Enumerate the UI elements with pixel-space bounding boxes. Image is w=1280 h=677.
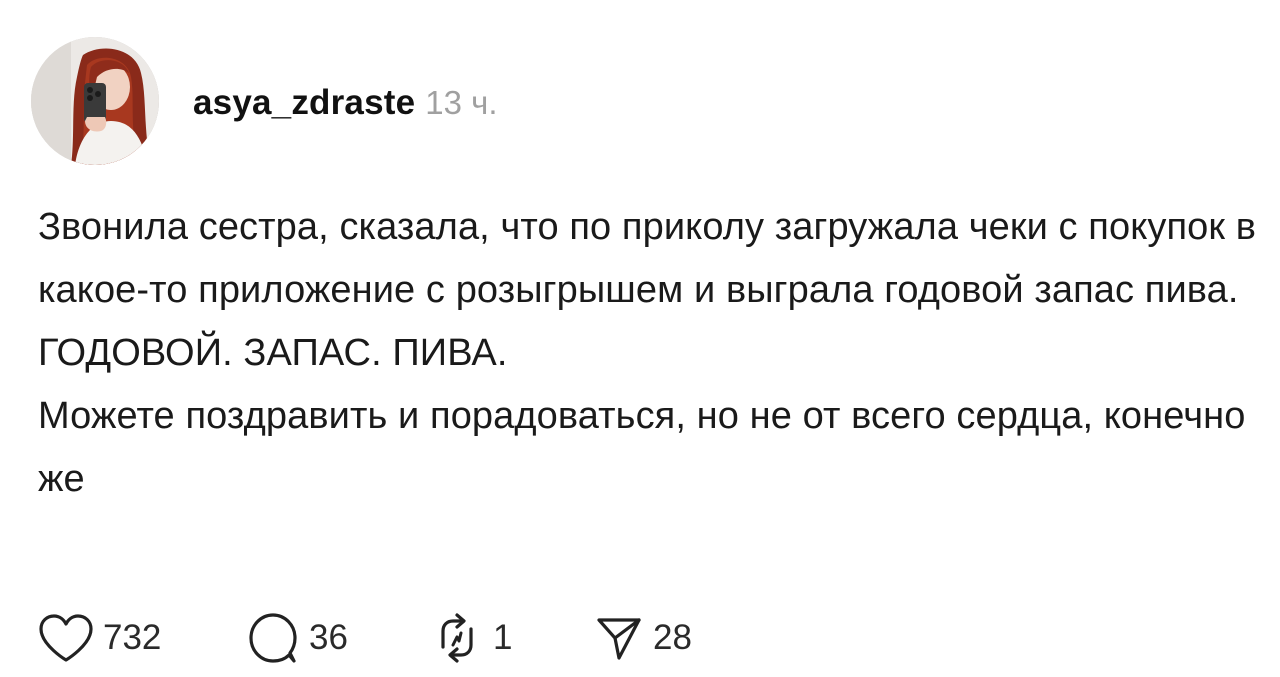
avatar[interactable]	[31, 37, 159, 165]
like-button[interactable]: 732	[37, 612, 245, 664]
post-header: asya_zdraste 13 ч.	[31, 36, 498, 166]
post-paragraph-3: Можете поздравить и порадоваться, но не …	[38, 395, 1246, 500]
post-meta: asya_zdraste 13 ч.	[193, 83, 498, 123]
share-button[interactable]: 28	[593, 612, 733, 664]
post-paragraph-1: Звонила сестра, сказала, что по приколу …	[38, 206, 1257, 311]
avatar-image	[31, 37, 159, 165]
repost-icon	[429, 611, 485, 665]
post-paragraph-2: ГОДОВОЙ. ЗАПАС. ПИВА.	[38, 332, 508, 374]
share-count: 28	[653, 618, 692, 657]
username[interactable]: asya_zdraste	[193, 83, 415, 123]
thread-post: asya_zdraste 13 ч. Звонила сестра, сказа…	[0, 0, 1280, 677]
reply-button[interactable]: 36	[245, 611, 429, 665]
like-count: 732	[103, 618, 162, 657]
heart-icon	[37, 612, 95, 664]
post-timestamp: 13 ч.	[425, 84, 498, 121]
reply-count: 36	[309, 618, 348, 657]
post-text: Звонила сестра, сказала, что по приколу …	[38, 196, 1258, 511]
post-actions: 732 36 1 28	[37, 612, 733, 664]
send-icon	[593, 612, 645, 664]
comment-icon	[245, 611, 301, 665]
repost-count: 1	[493, 618, 513, 657]
repost-button[interactable]: 1	[429, 611, 593, 665]
